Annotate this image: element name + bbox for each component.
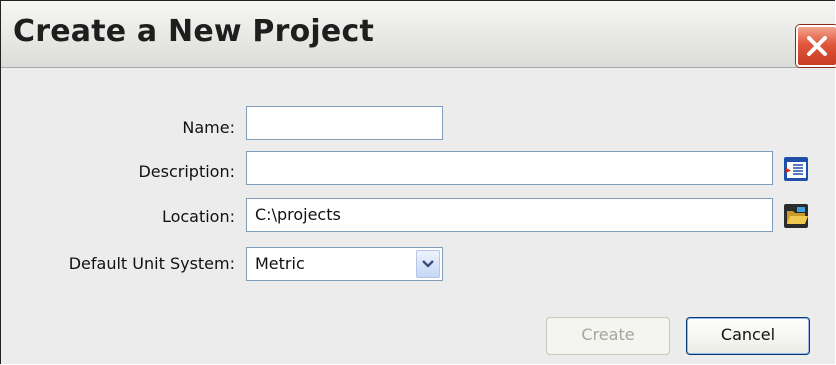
location-label: Location:	[161, 207, 235, 226]
title-bar: Create a New Project	[1, 1, 836, 68]
open-folder-icon	[784, 204, 808, 228]
close-button[interactable]	[796, 25, 836, 67]
text-editor-icon	[784, 157, 808, 181]
create-project-dialog: Create a New Project Name: Description: …	[0, 0, 836, 364]
unit-system-label: Default Unit System:	[68, 254, 235, 273]
description-field[interactable]	[246, 151, 773, 185]
description-label: Description:	[138, 162, 235, 181]
location-browse-button[interactable]	[782, 202, 810, 230]
unit-system-value: Metric	[255, 254, 305, 273]
dialog-title: Create a New Project	[13, 14, 374, 49]
chevron-down-icon	[422, 260, 434, 268]
unit-system-dropdown-button[interactable]	[416, 250, 440, 278]
close-icon	[807, 36, 827, 56]
unit-system-select[interactable]: Metric	[246, 247, 443, 281]
cancel-button[interactable]: Cancel	[686, 317, 810, 355]
name-field[interactable]	[246, 106, 443, 140]
create-button[interactable]: Create	[546, 317, 670, 355]
description-editor-button[interactable]	[782, 155, 810, 183]
location-field[interactable]: C:\projects	[246, 198, 773, 232]
name-label: Name:	[182, 118, 235, 137]
